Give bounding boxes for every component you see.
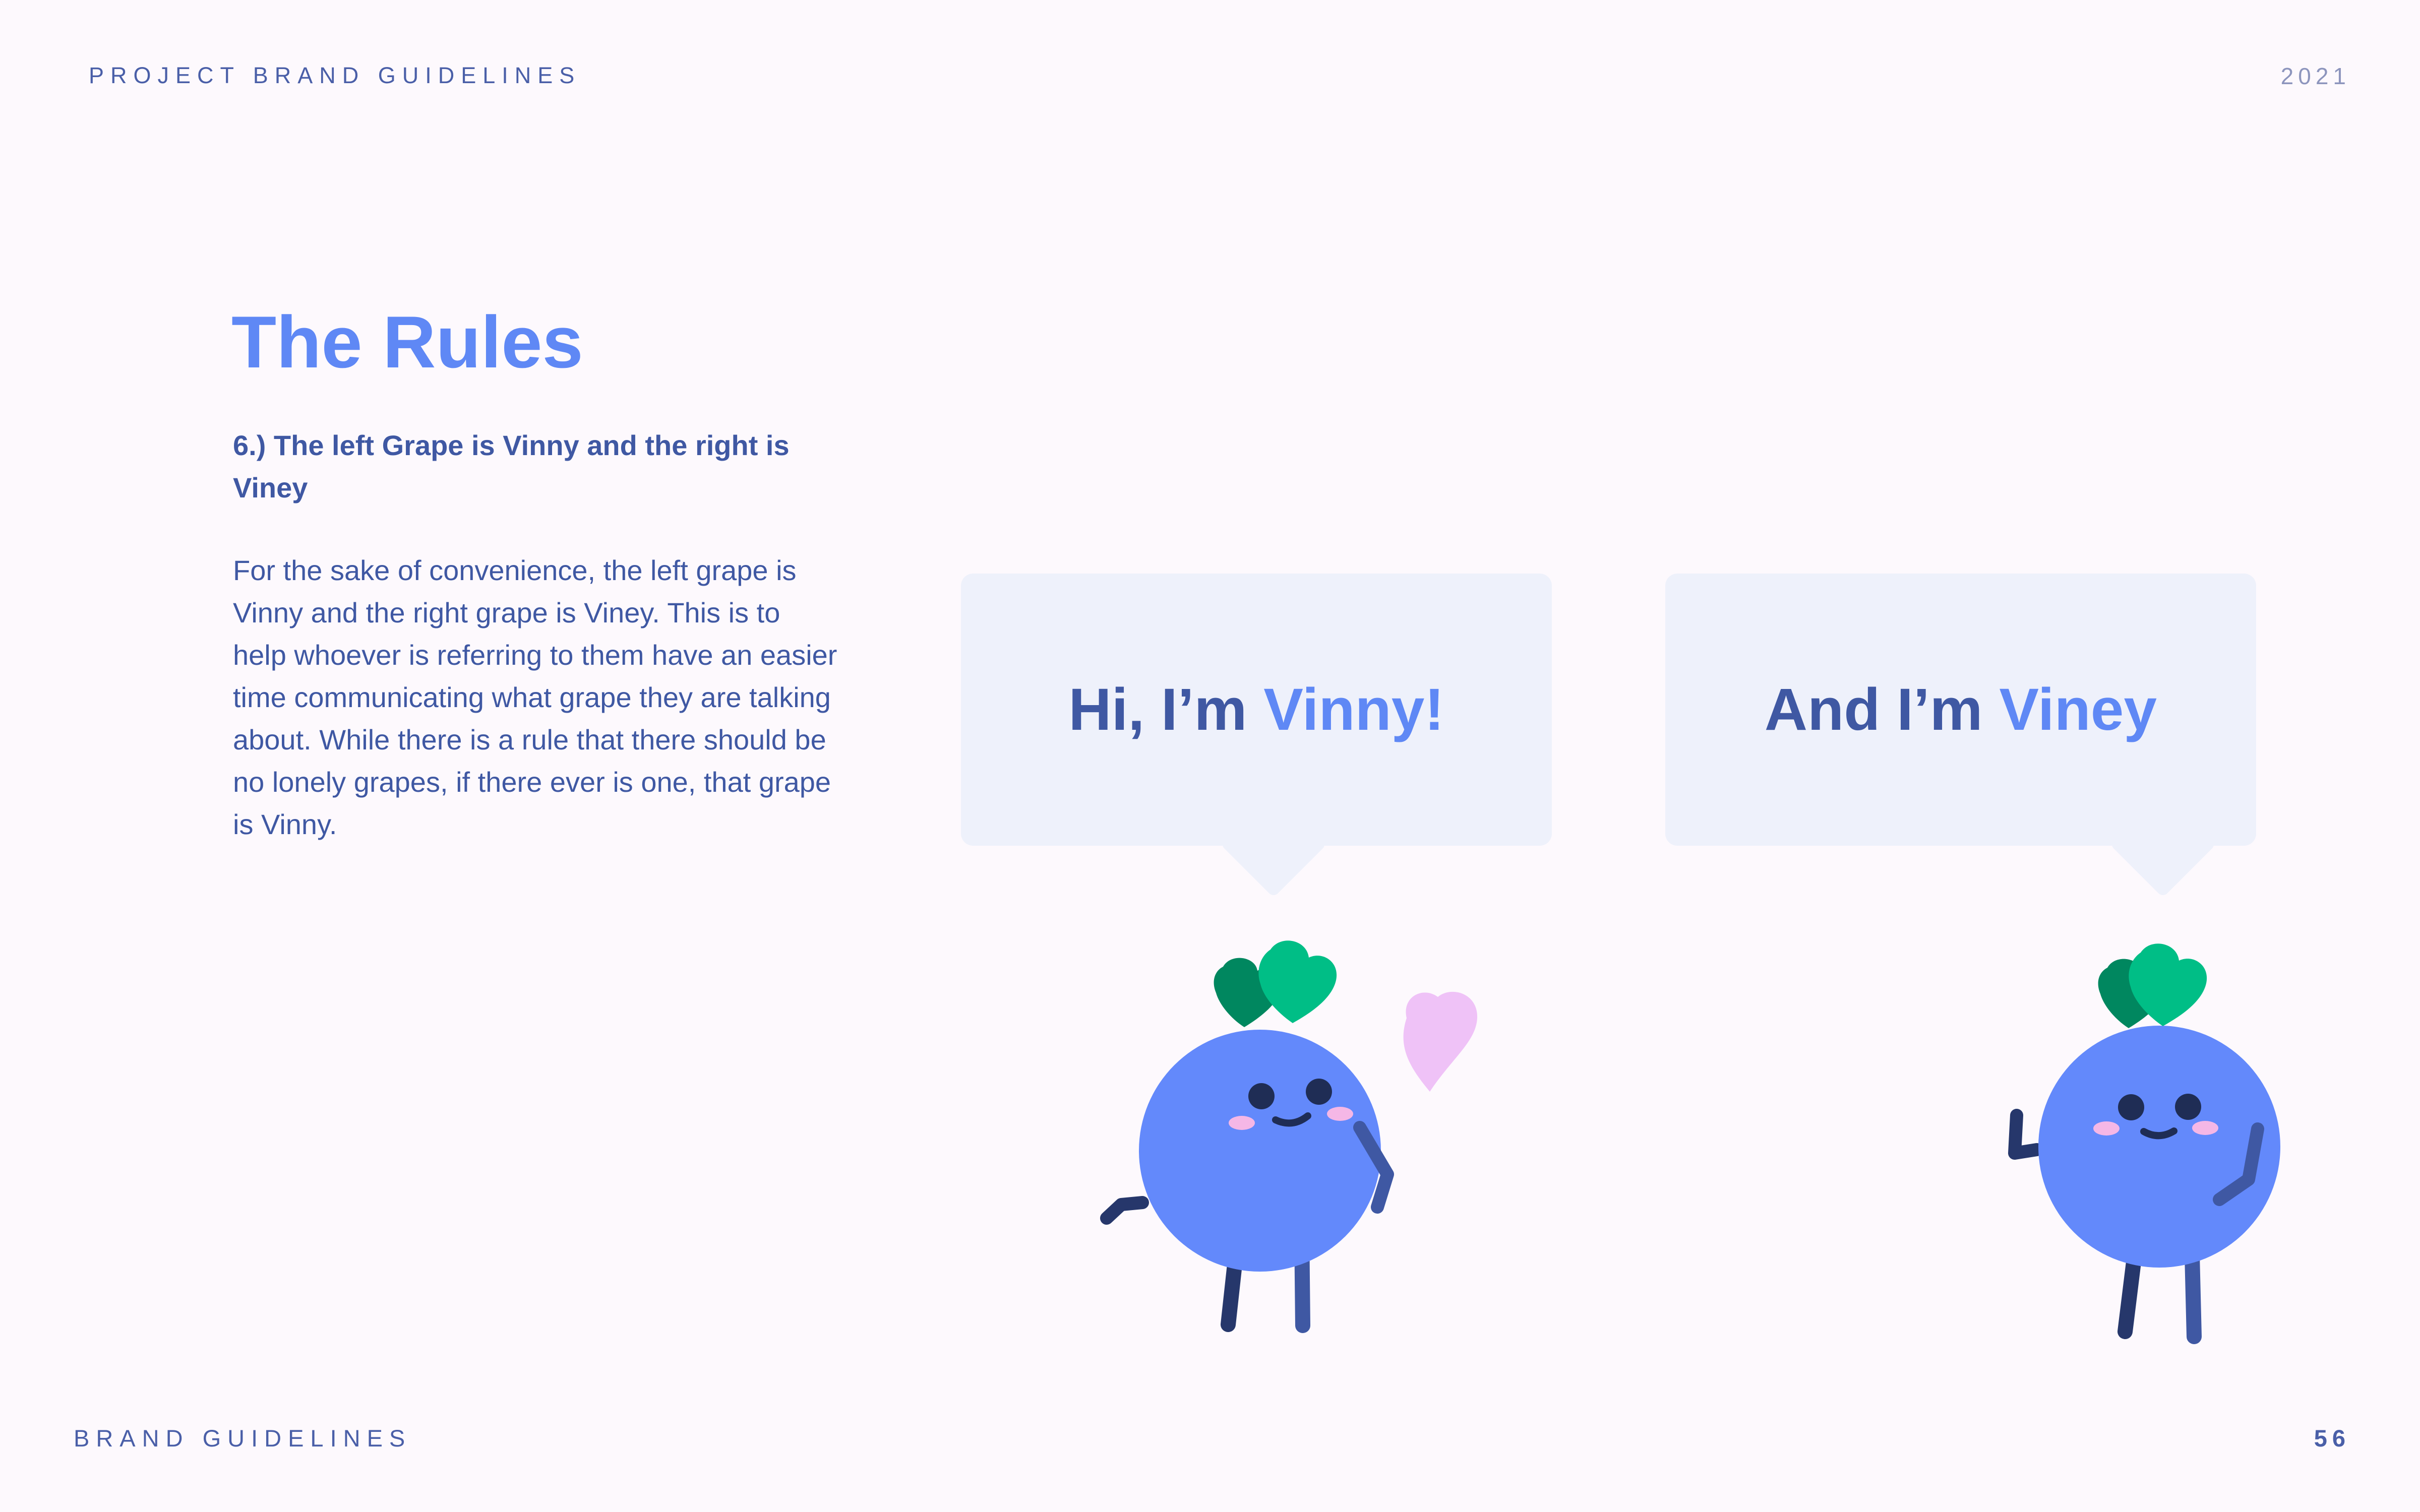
speech-prefix-viney: And I’m [1764, 676, 2000, 743]
grape-character-vinny [1100, 940, 1478, 1333]
speech-text-vinny: Hi, I’m Vinny! [1068, 675, 1444, 744]
header-year: 2021 [2280, 63, 2350, 89]
speech-text-viney: And I’m Viney [1765, 675, 2157, 744]
speech-prefix-vinny: Hi, I’m [1068, 676, 1264, 743]
speech-bubble-viney: And I’m Viney [1665, 574, 2256, 846]
speech-bubble-vinny: Hi, I’m Vinny! [961, 574, 1552, 846]
page-title: The Rules [231, 301, 583, 383]
speech-name-viney: Viney [1999, 676, 2157, 743]
speech-name-vinny: Vinny! [1263, 676, 1444, 743]
header-label: PROJECT BRAND GUIDELINES [89, 62, 581, 88]
footer-label: BRAND GUIDELINES [74, 1425, 412, 1452]
leaf-icon [2098, 943, 2207, 1028]
heart-icon [1403, 991, 1478, 1092]
page-number: 56 [2314, 1425, 2350, 1452]
rule-description: For the sake of convenience, the left gr… [233, 554, 837, 840]
grape-character-viney [2008, 943, 2280, 1344]
leaf-icon [1214, 940, 1337, 1027]
rule-heading: 6.) The left Grape is Vinny and the righ… [233, 429, 790, 503]
